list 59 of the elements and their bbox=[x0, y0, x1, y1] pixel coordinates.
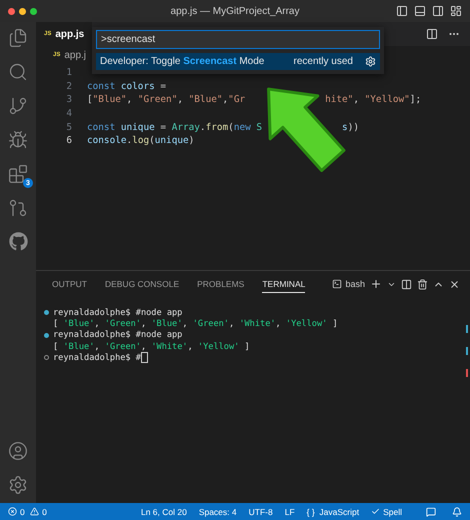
status-item[interactable]: UTF-8 bbox=[248, 506, 273, 516]
terminal-output: [ 'Blue', 'Green', 'Blue', 'Green', 'White', 'Yellow' ] bbox=[52, 318, 338, 329]
warning-icon bbox=[30, 507, 40, 516]
cat-icon[interactable] bbox=[8, 232, 28, 251]
bug-icon[interactable] bbox=[8, 130, 28, 150]
line-number: 5 bbox=[65, 122, 73, 133]
check-icon bbox=[371, 507, 380, 516]
blocks-icon[interactable] bbox=[8, 164, 28, 184]
terminal-icon bbox=[332, 279, 342, 289]
panel-tab[interactable]: OUTPUT bbox=[52, 275, 87, 293]
feedback-icon[interactable] bbox=[426, 506, 436, 516]
terminal-output: [ 'Blue', 'Green', 'White', 'Yellow' ] bbox=[52, 342, 250, 352]
pull-request-icon[interactable] bbox=[8, 198, 28, 218]
trash-icon[interactable] bbox=[417, 278, 428, 290]
language-mode[interactable]: { } JavaScript bbox=[306, 506, 360, 516]
tab-label: app.js bbox=[55, 28, 84, 40]
command-result[interactable]: Developer: Toggle Screencast Mode recently used bbox=[96, 53, 380, 70]
command-input[interactable]: >screencast bbox=[96, 30, 380, 49]
terminal-prompt: reynaldadolphe$ #node app bbox=[53, 308, 182, 318]
terminal-prompt: reynaldadolphe$ # bbox=[53, 352, 141, 363]
bell-icon[interactable] bbox=[452, 506, 462, 516]
split-editor-icon[interactable] bbox=[426, 28, 438, 40]
status-item[interactable]: Ln 6, Col 20 bbox=[140, 506, 187, 516]
line-number: 6 bbox=[65, 135, 73, 146]
breadcrumb[interactable]: app.j bbox=[64, 50, 86, 60]
shell-name[interactable]: bash bbox=[345, 279, 365, 289]
panel-tab[interactable]: DEBUG CONSOLE bbox=[104, 275, 180, 293]
add-icon[interactable] bbox=[370, 278, 382, 290]
line-number: 2 bbox=[65, 80, 73, 92]
sidebar-layout-icon[interactable] bbox=[396, 5, 408, 17]
error-icon bbox=[8, 507, 17, 516]
spell-check[interactable]: Spell bbox=[371, 506, 402, 516]
split-terminal-icon[interactable] bbox=[401, 278, 412, 290]
line-number: 1 bbox=[65, 67, 73, 78]
panel-layout-icon[interactable] bbox=[414, 5, 426, 17]
code-line: console.log(unique) bbox=[87, 135, 194, 146]
branch-icon[interactable] bbox=[8, 96, 28, 116]
close-button[interactable] bbox=[8, 8, 15, 14]
account-icon[interactable] bbox=[8, 441, 28, 461]
status-item[interactable]: LF bbox=[284, 506, 295, 516]
panel-tab[interactable]: PROBLEMS bbox=[197, 275, 244, 293]
code-line: const unique = Array.from(new S s)) bbox=[87, 122, 359, 133]
code-line: ["Blue", "Green", "Blue","Gr hite", "Yellow"]; bbox=[87, 94, 422, 106]
status-item[interactable]: Spaces: 4 bbox=[198, 506, 237, 516]
terminal-prompt: reynaldadolphe$ #node app bbox=[53, 330, 182, 340]
panel-tab[interactable]: TERMINAL bbox=[262, 275, 306, 293]
zoom-button[interactable] bbox=[30, 8, 37, 14]
line-number: 3 bbox=[65, 94, 73, 106]
settings-icon[interactable] bbox=[8, 475, 28, 495]
secondary-sidebar-icon[interactable] bbox=[432, 5, 444, 17]
line-number: 4 bbox=[65, 108, 73, 120]
code-line: const colors = bbox=[87, 80, 166, 92]
window-title: app.js — MyGitProject_Array bbox=[170, 6, 300, 16]
minimize-button[interactable] bbox=[19, 8, 26, 14]
layout-icon[interactable] bbox=[450, 5, 462, 17]
close-icon[interactable] bbox=[449, 278, 460, 290]
files-icon[interactable] bbox=[8, 28, 28, 48]
search-icon[interactable] bbox=[8, 62, 28, 82]
problems-indicator[interactable]: 0 0 bbox=[8, 506, 47, 516]
